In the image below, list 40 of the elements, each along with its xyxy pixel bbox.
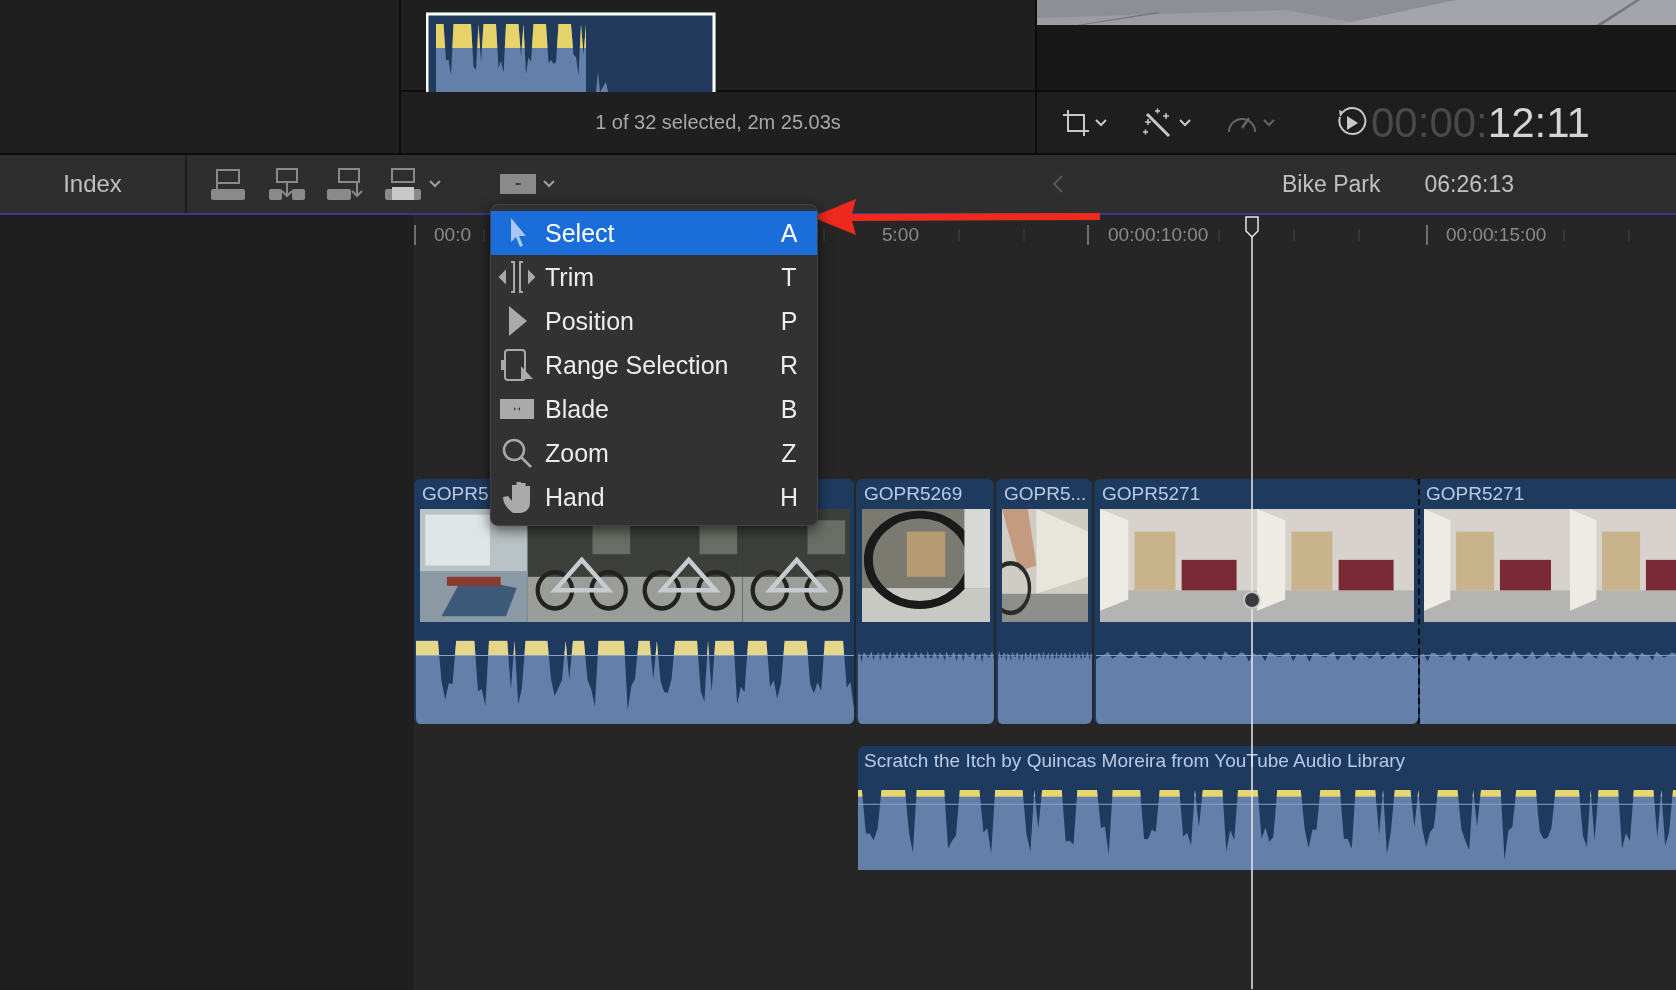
- video-clip[interactable]: GOPR5271: [1094, 479, 1418, 724]
- tool-menu-button[interactable]: [499, 171, 555, 197]
- chevron-icon: [543, 180, 555, 188]
- trim-icon: [499, 260, 535, 294]
- menu-item[interactable]: Trim T: [491, 255, 817, 299]
- insert-clip-button[interactable]: [267, 167, 307, 201]
- ruler-label: 5:00: [882, 224, 919, 246]
- chevron-icon: [1095, 118, 1107, 127]
- enhance-button[interactable]: [1141, 107, 1191, 138]
- clip-name: GOPR5271: [1101, 482, 1202, 506]
- overwrite-clip-button[interactable]: [383, 167, 441, 201]
- chevron-icon: [1179, 118, 1191, 127]
- project-name: Bike Park: [1282, 170, 1381, 198]
- clip-name: GOPR5269: [863, 482, 964, 506]
- project-duration: 06:26:13: [1424, 170, 1514, 198]
- clip-name: GOPR5: [421, 482, 490, 506]
- video-clip[interactable]: GOPR5269: [856, 479, 994, 724]
- append-clip-button[interactable]: [325, 167, 365, 201]
- ruler-label: 00:0: [434, 224, 471, 246]
- crop-icon: [1061, 107, 1091, 138]
- video-clip[interactable]: GOPR5...: [996, 479, 1092, 724]
- menu-item[interactable]: Range Selection R: [491, 343, 817, 387]
- timecode-frames: 12:11: [1487, 98, 1590, 147]
- ruler-label: 00:00:15:00: [1446, 224, 1547, 246]
- video-clip[interactable]: GOPR5271: [1418, 479, 1676, 724]
- index-button[interactable]: Index: [0, 155, 187, 213]
- clip-name: GOPR5271: [1425, 482, 1526, 506]
- menu-item[interactable]: Select A: [491, 211, 817, 255]
- range-icon: [499, 348, 535, 382]
- chevron-icon: [429, 180, 441, 188]
- menu-item[interactable]: Zoom Z: [491, 431, 817, 475]
- chevron-icon: [1263, 118, 1275, 127]
- browser-clip-waveform[interactable]: [426, 12, 716, 92]
- clip-name: GOPR5...: [1003, 482, 1088, 506]
- crop-button[interactable]: [1061, 107, 1107, 138]
- menu-item[interactable]: Blade B: [491, 387, 817, 431]
- ruler-label: 00:00:10:00: [1108, 224, 1209, 246]
- menu-item[interactable]: Position P: [491, 299, 817, 343]
- selection-status: 1 of 32 selected, 2m 25.03s: [595, 111, 841, 134]
- blade-icon: [499, 171, 537, 197]
